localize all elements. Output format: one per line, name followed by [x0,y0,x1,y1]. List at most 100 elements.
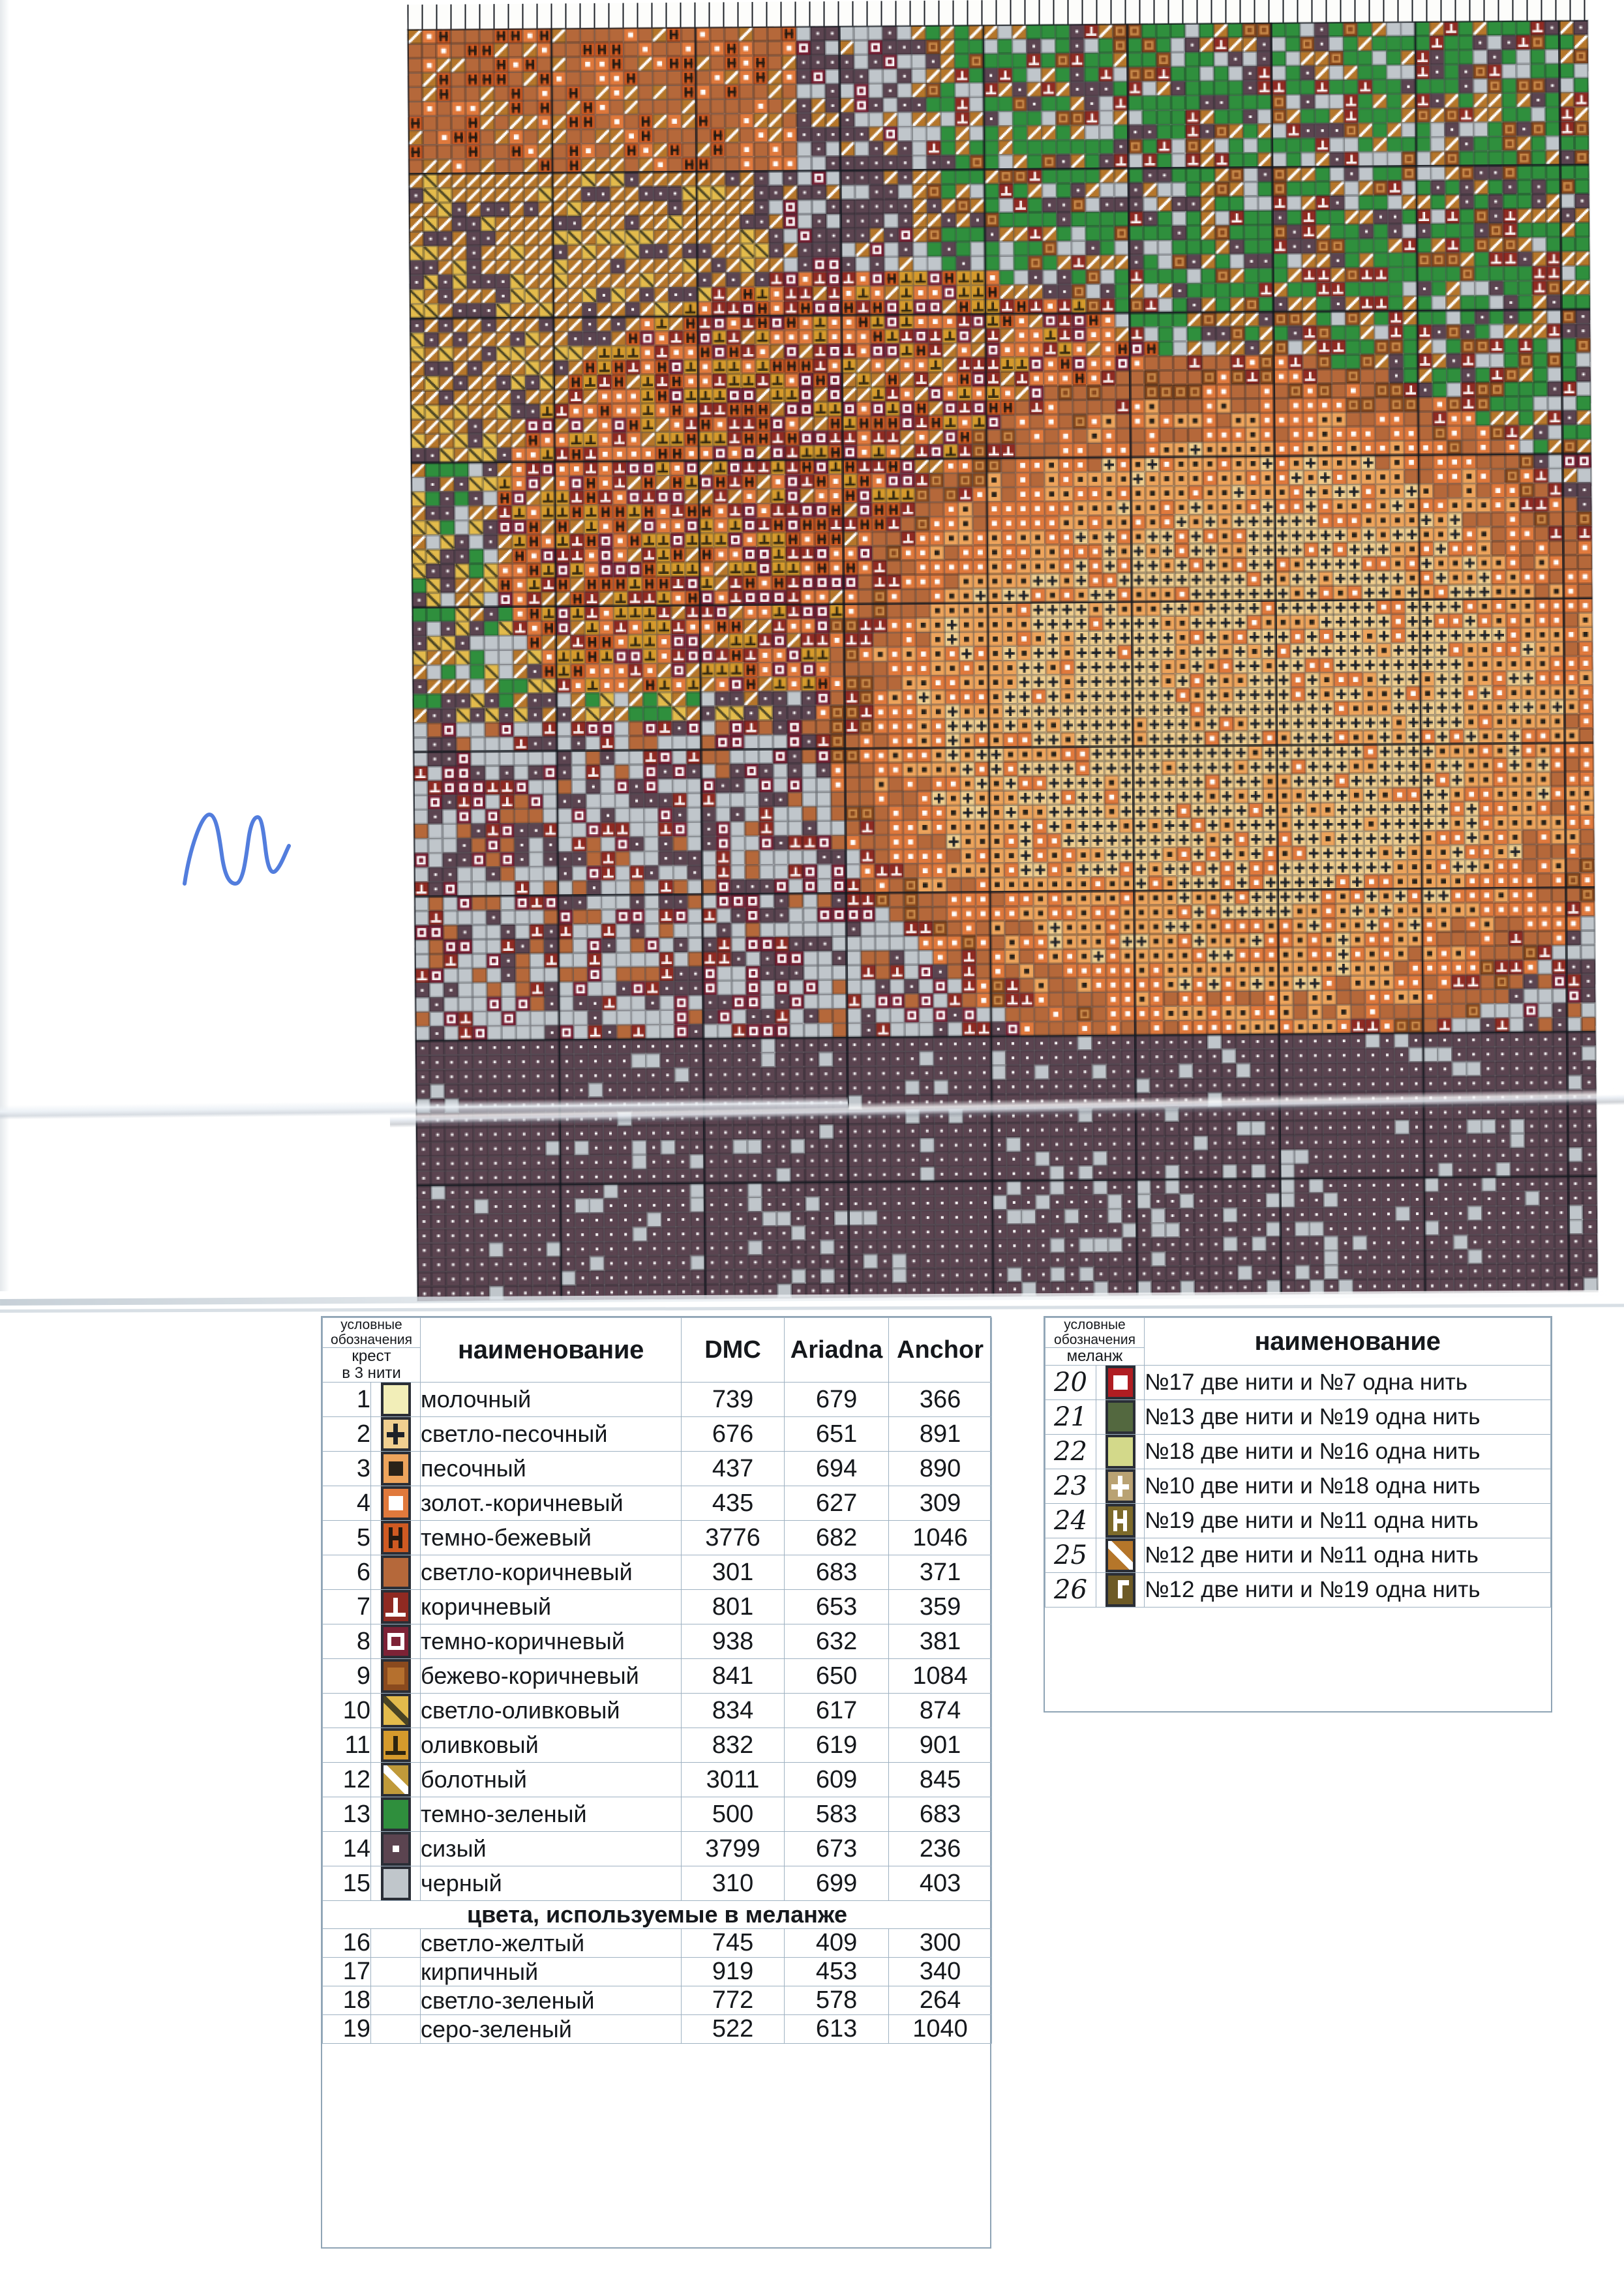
symbol-swatch [380,1521,411,1555]
melange-row-number: 25 [1045,1538,1096,1574]
row-ariadna: 699 [784,1866,890,1902]
symbol-swatch [380,1797,411,1832]
legend-main-body: 1 молочный 739 679 366 2 светло-песочный 676 651… [322,1382,993,2044]
row-anchor: 874 [888,1693,993,1729]
row-number: 17 [322,1957,371,1987]
row-anchor: 381 [888,1624,993,1660]
symbol-swatch [380,1659,411,1694]
legend-row[interactable]: 11 оливковый 832 619 901 [322,1728,993,1763]
melange-row[interactable]: 23 №10 две нити и №18 одна нить [1045,1469,1551,1504]
legend-row[interactable]: 3 песочный 437 694 890 [322,1451,993,1487]
row-dmc: 832 [681,1728,785,1763]
row-color-name: светло-песочный [420,1416,682,1452]
row-anchor: 309 [888,1486,993,1521]
row-symbol-cell [370,1555,421,1591]
row-symbol-cell [370,1693,421,1729]
row-color-name: черный [420,1866,682,1902]
legend-table-melange: условные обозначения наименование меланж… [1044,1316,1552,1713]
melange-row-number: 22 [1045,1434,1096,1470]
row-color-name: серо-зеленый [420,2014,682,2044]
legend-row[interactable]: 8 темно-коричневый 938 632 381 [322,1624,993,1660]
legend-row[interactable]: 7 коричневый 801 653 359 [322,1589,993,1625]
row-color-name: светло-желтый [420,1928,682,1958]
legend-row[interactable]: 18 светло-зеленый 772 578 264 [322,1986,993,2016]
row-color-name: темно-коричневый [420,1624,682,1660]
legend-row[interactable]: 1 молочный 739 679 366 [322,1382,993,1418]
symbol-swatch [380,1555,411,1590]
header-symbol-caption-l1: условные [340,1317,402,1332]
header-ariadna: Ariadna [784,1317,890,1383]
melange-symbol-cell [1095,1503,1145,1539]
melange-recipe: №18 две нити и №16 одна нить [1144,1434,1551,1470]
legend-row[interactable]: 6 светло-коричневый 301 683 371 [322,1555,993,1591]
legend-row[interactable]: 13 темно-зеленый 500 583 683 [322,1797,993,1833]
row-ariadna: 683 [784,1555,890,1591]
swatch-glyph [383,1696,408,1726]
legend-row[interactable]: 2 светло-песочный 676 651 891 [322,1416,993,1452]
row-ariadna: 673 [784,1831,890,1867]
melange-row[interactable]: 25 №12 две нити и №11 одна нить [1045,1538,1551,1574]
melange-recipe: №13 две нити и №19 одна нить [1144,1399,1551,1435]
legend-row[interactable]: 10 светло-оливковый 834 617 874 [322,1693,993,1729]
melange-symbol-cell [1095,1365,1145,1401]
header-stitch-type-l1: крест [352,1347,391,1366]
swatch-glyph [388,1535,403,1541]
legend-row[interactable]: 15 черный 310 699 403 [322,1866,993,1902]
legend-row[interactable]: 17 кирпичный 919 453 340 [322,1957,993,1987]
swatch-glyph [1113,1518,1128,1524]
row-color-name: песочный [420,1451,682,1487]
header-stitch-type-l2: в 3 нити [342,1364,401,1383]
melange-row-number: 23 [1045,1469,1096,1504]
row-anchor: 890 [888,1451,993,1487]
row-anchor: 1084 [888,1658,993,1694]
legend-row[interactable]: 4 золот.-коричневый 435 627 309 [322,1486,993,1521]
row-number: 13 [322,1797,371,1833]
row-symbol-cell [370,1728,421,1763]
legend-row[interactable]: 9 бежево-коричневый 841 650 1084 [322,1658,993,1694]
melange-row[interactable]: 20 №17 две нити и №7 одна нить [1045,1365,1551,1401]
melange-symbol-cell [1095,1572,1145,1608]
row-color-name: коричневый [420,1589,682,1625]
swatch-glyph [1122,1585,1130,1598]
swatch-glyph [388,1461,403,1476]
row-number: 12 [322,1762,371,1798]
row-ariadna: 682 [784,1520,890,1556]
row-symbol-cell [370,2014,421,2044]
legend-main-head: условные обозначения наименование DMC Ar… [322,1317,993,1383]
legend-row[interactable]: 14 сизый 3799 673 236 [322,1831,993,1867]
symbol-swatch [1105,1504,1135,1538]
melange-row[interactable]: 26 №12 две нити и №19 одна нить [1045,1572,1551,1608]
row-anchor: 236 [888,1831,993,1867]
row-ariadna: 583 [784,1797,890,1833]
melange-symbol-cell [1095,1399,1145,1435]
melange-row[interactable]: 22 №18 две нити и №16 одна нить [1045,1434,1551,1470]
melange-row[interactable]: 21 №13 две нити и №19 одна нить [1045,1399,1551,1435]
row-anchor: 901 [888,1728,993,1763]
row-number: 19 [322,2014,371,2044]
row-color-name: золот.-коричневый [420,1486,682,1521]
legend-row[interactable]: 16 светло-желтый 745 409 300 [322,1928,993,1958]
row-symbol-cell [370,1451,421,1487]
row-ariadna: 632 [784,1624,890,1660]
legend-row[interactable]: 5 темно-бежевый 3776 682 1046 [322,1520,993,1556]
row-color-name: темно-бежевый [420,1520,682,1556]
melange-header-name: наименование [1144,1317,1551,1366]
melange-recipe: №12 две нити и №19 одна нить [1144,1572,1551,1608]
row-color-name: болотный [420,1762,682,1798]
melange-row[interactable]: 24 №19 две нити и №11 одна нить [1045,1503,1551,1539]
handwritten-m-mark [183,813,291,886]
row-ariadna: 651 [784,1416,890,1452]
row-ariadna: 627 [784,1486,890,1521]
row-number: 9 [322,1658,371,1694]
row-symbol-cell [370,1762,421,1798]
legend-row[interactable]: 19 серо-зеленый 522 613 1040 [322,2014,993,2044]
legend-melange-head: условные обозначения наименование меланж [1044,1317,1551,1366]
row-symbol-cell [370,1589,421,1625]
header-symbol-caption-l2: обозначения [331,1332,412,1347]
header-name: наименование [420,1317,682,1383]
legend-row[interactable]: 12 болотный 3011 609 845 [322,1762,993,1798]
row-number: 4 [322,1486,371,1521]
symbol-swatch [380,1694,411,1728]
row-dmc: 3776 [681,1520,785,1556]
melange-row-number: 20 [1045,1365,1096,1401]
